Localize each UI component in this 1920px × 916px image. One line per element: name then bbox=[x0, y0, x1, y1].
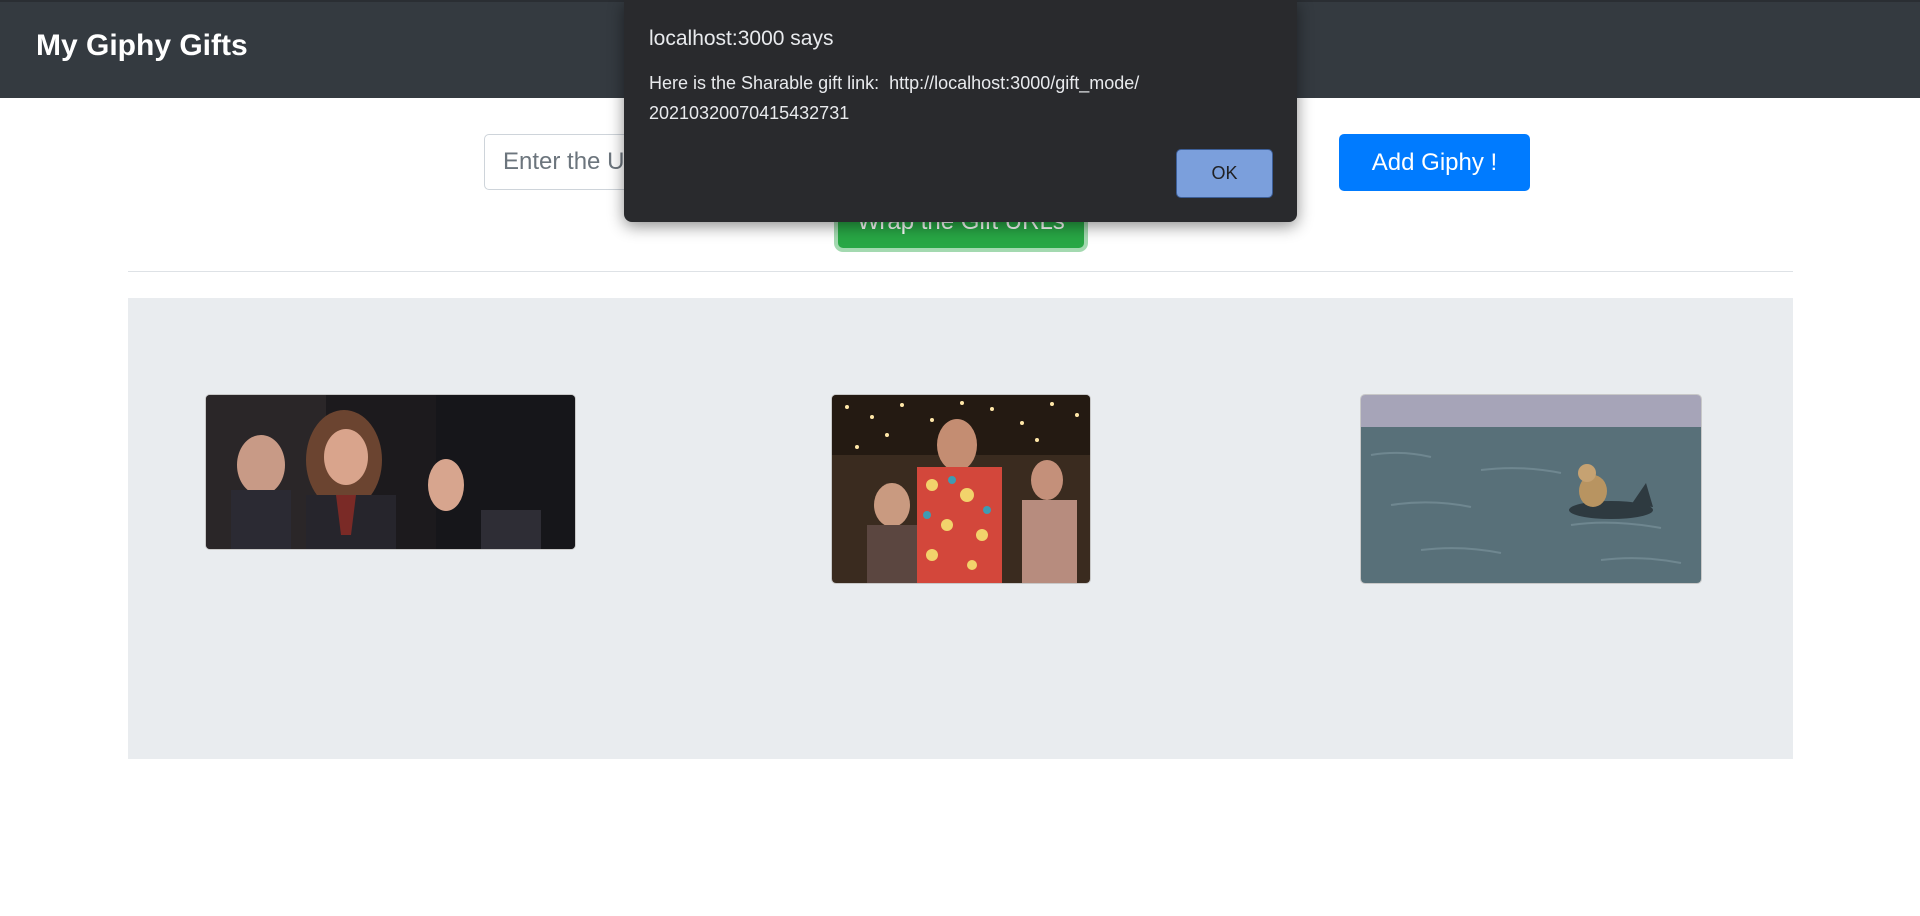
ok-button[interactable]: OK bbox=[1176, 149, 1273, 198]
divider bbox=[128, 271, 1793, 272]
gif-image bbox=[1360, 394, 1702, 584]
dialog-message: Here is the Sharable gift link: http://l… bbox=[649, 68, 1269, 128]
add-giphy-button[interactable]: Add Giphy ! bbox=[1339, 134, 1530, 191]
dialog-message-line2: 20210320070415432731 bbox=[649, 103, 850, 123]
gif-image bbox=[205, 394, 576, 550]
gif-image bbox=[831, 394, 1091, 584]
dialog-message-line1: Here is the Sharable gift link: http://l… bbox=[649, 73, 1140, 93]
alert-dialog: localhost:3000 says Here is the Sharable… bbox=[624, 0, 1297, 222]
dialog-title: localhost:3000 says bbox=[649, 27, 834, 50]
navbar-brand[interactable]: My Giphy Gifts bbox=[36, 28, 248, 64]
